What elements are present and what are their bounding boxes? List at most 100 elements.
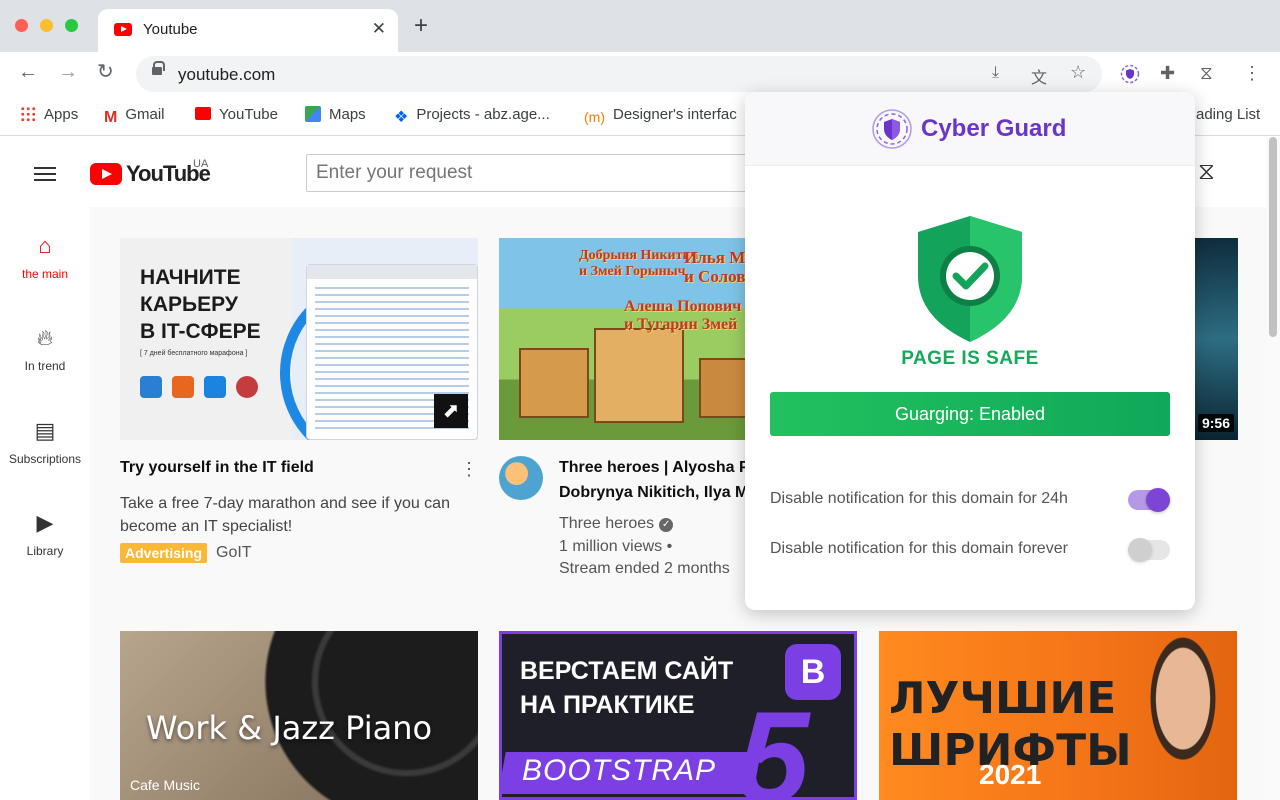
dropbox-icon: ❖ <box>394 109 409 126</box>
view-count: 1 million views • <box>559 538 673 555</box>
cyber-guard-logo-icon <box>872 109 912 149</box>
browser-toolbar: ← → ↻ youtube.com ⤓ 文 ☆ ✚ ⧖ ⋮ <box>0 52 1280 96</box>
brackets-icon <box>204 376 226 398</box>
scrollbar-thumb[interactable] <box>1269 137 1277 337</box>
extension-name: Cyber Guard <box>921 115 1067 142</box>
sidebar-item-library[interactable]: ▶︎ Library <box>0 510 90 559</box>
home-icon: ⌂ <box>38 233 52 258</box>
video-title[interactable]: Try yourself in the IT field <box>120 456 450 480</box>
thumbnail-year: 2021 <box>979 759 1042 790</box>
thumbnail-headline: ВЕРСТАЕМ САЙТ НА ПРАКТИКЕ <box>520 657 734 719</box>
option-label-forever: Disable notification for this domain for… <box>770 540 1068 557</box>
tech-logos <box>140 376 268 403</box>
thumbnail-subtitle: [ 7 дней бесплатного марафона ] <box>140 350 248 357</box>
reload-icon[interactable]: ↻ <box>97 62 114 82</box>
gmail-icon: M <box>104 109 118 126</box>
castle-illustration <box>519 348 589 418</box>
extensions-puzzle-icon[interactable]: ✚ <box>1160 64 1175 82</box>
youtube-logo-icon[interactable] <box>90 163 122 185</box>
external-link-icon[interactable]: ⬈ <box>434 394 468 428</box>
browser-menu-icon[interactable]: ⋮ <box>1243 64 1261 82</box>
guarding-toggle-button[interactable]: Guarging: Enabled <box>770 392 1170 436</box>
video-thumbnail-jazz[interactable]: Work & Jazz Piano Cafe Music <box>120 631 478 800</box>
sidebar-item-subscriptions[interactable]: ▤ Subscriptions <box>0 418 90 467</box>
bookmark-maps[interactable]: Maps <box>305 106 366 123</box>
bookmark-star-icon[interactable]: ☆ <box>1070 62 1086 83</box>
bootstrap-logo-icon: B <box>785 644 841 700</box>
youtube-search-input[interactable] <box>306 154 766 192</box>
toggle-knob <box>1146 488 1170 512</box>
subscriptions-icon: ▤ <box>34 418 56 443</box>
bookmark-gmail[interactable]: M Gmail <box>104 106 165 126</box>
verified-check-icon: ✓ <box>659 518 674 532</box>
back-arrow-icon[interactable]: ← <box>18 62 38 82</box>
account-avatar-icon[interactable]: ⧖ <box>1198 158 1215 186</box>
tab-title: Youtube <box>143 21 198 38</box>
sidebar-item-main[interactable]: ⌂ the main <box>0 233 90 282</box>
castle-illustration <box>594 328 684 423</box>
more-options-icon[interactable]: ⋮ <box>460 460 478 478</box>
close-window-button[interactable] <box>15 19 28 32</box>
sidebar-item-trending[interactable]: 🔥︎ In trend <box>0 325 90 374</box>
presenter-photo <box>1129 631 1237 800</box>
youtube-icon <box>195 107 211 120</box>
disable-forever-toggle[interactable] <box>1128 538 1170 562</box>
channel-avatar[interactable] <box>499 456 543 500</box>
page-status-text: PAGE IS SAFE <box>901 348 1039 369</box>
thumbnail-subtitle: Cafe Music <box>130 777 201 793</box>
toggle-knob <box>1128 538 1152 562</box>
bookmark-apps[interactable]: Apps <box>20 106 78 123</box>
channel-name[interactable]: GoIT <box>216 544 252 562</box>
bookmark-reading-list[interactable]: ading List <box>1196 106 1260 123</box>
designer-icon: (m) <box>584 109 605 125</box>
bookmark-youtube[interactable]: YouTube <box>195 106 278 123</box>
safe-shield-icon <box>918 216 1022 342</box>
apps-grid-icon <box>20 106 36 122</box>
thumbnail-title-3: Алеша Попович и Тугарин Змей <box>624 298 742 333</box>
video-description: Take a free 7-day marathon and see if yo… <box>120 495 450 535</box>
minimize-window-button[interactable] <box>40 19 53 32</box>
address-bar[interactable]: youtube.com ⤓ 文 ☆ <box>136 56 1102 92</box>
translate-icon[interactable]: 文 <box>1031 64 1047 88</box>
fire-icon: 🔥︎ <box>36 325 54 350</box>
disable-24h-toggle[interactable] <box>1128 488 1170 512</box>
vscode-icon <box>140 376 162 398</box>
bookmark-projects[interactable]: ❖ Projects - abz.age... <box>394 106 550 126</box>
maps-icon <box>305 106 321 122</box>
lock-icon <box>152 61 165 75</box>
new-tab-button[interactable]: + <box>414 14 428 38</box>
video-duration: 9:56 <box>1197 414 1234 432</box>
hourglass-extension-icon[interactable]: ⧖ <box>1200 64 1213 82</box>
channel-name[interactable]: Three heroes ✓ <box>559 513 759 535</box>
page-scrollbar[interactable] <box>1266 137 1280 800</box>
cyber-guard-popup: Cyber Guard PAGE IS SAFE Guarging: Enabl… <box>745 92 1195 610</box>
library-icon: ▶︎ <box>36 510 54 535</box>
youtube-favicon-icon <box>114 23 132 36</box>
cyber-guard-extension-icon[interactable] <box>1120 64 1140 87</box>
popup-header: Cyber Guard <box>745 92 1195 166</box>
url-text: youtube.com <box>178 65 276 84</box>
devtools-icon <box>236 376 258 398</box>
thumbnail-headline: Work & Jazz Piano <box>146 709 433 747</box>
video-thumbnail-goit[interactable]: НАЧНИТЕ КАРЬЕРУ В IT-СФЕРЕ [ 7 дней бесп… <box>120 238 478 440</box>
forward-arrow-icon[interactable]: → <box>58 62 78 82</box>
hamburger-menu-icon[interactable] <box>34 167 56 181</box>
video-thumbnail-fonts[interactable]: ЛУЧШИЕ ШРИФТЫ 2021 <box>879 631 1237 800</box>
video-title[interactable]: Three heroes | Alyosha P <box>559 456 749 480</box>
advertising-badge: Advertising <box>120 543 208 563</box>
sublime-icon <box>172 376 194 398</box>
thumbnail-strip-text: BOOTSTRAP <box>522 754 717 787</box>
thumbnail-headline: НАЧНИТЕ КАРЬЕРУ В IT-СФЕРЕ <box>140 266 261 343</box>
browser-tabstrip: Youtube ✕ + <box>0 0 1280 52</box>
video-title-line-2[interactable]: Dobrynya Nikitich, Ilya M <box>559 481 749 505</box>
install-icon[interactable]: ⤓ <box>992 64 999 82</box>
browser-tab-youtube[interactable]: Youtube ✕ <box>98 9 398 52</box>
tab-close-icon[interactable]: ✕ <box>372 19 386 39</box>
bookmark-designer[interactable]: (m) Designer's interfac <box>584 106 737 125</box>
maximize-window-button[interactable] <box>65 19 78 32</box>
stream-status: Stream ended 2 months <box>559 560 730 577</box>
video-thumbnail-bootstrap[interactable]: 5 ВЕРСТАЕМ САЙТ НА ПРАКТИКЕ B BOOTSTRAP <box>499 631 857 800</box>
region-label: UA <box>193 158 209 170</box>
youtube-sidebar: ⌂ the main 🔥︎ In trend ▤ Subscriptions ▶… <box>0 207 90 800</box>
thumbnail-title-1: Добрыня Никитич и Змей Горыныч <box>579 248 699 279</box>
